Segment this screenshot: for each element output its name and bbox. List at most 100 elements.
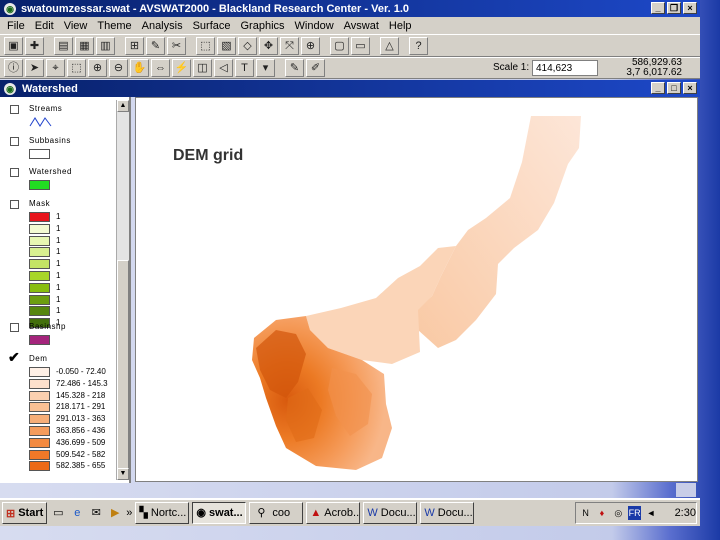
app-title-bar[interactable]: ◉ swatoumzessar.swat - AVSWAT2000 - Blac… — [0, 0, 700, 17]
measure-ruler-icon[interactable]: ⇔ — [151, 59, 170, 77]
zoom-full-icon[interactable]: ✥ — [259, 36, 278, 55]
menu-avswat[interactable]: Avswat — [340, 20, 385, 32]
menu-window[interactable]: Window — [291, 20, 340, 32]
table-of-contents: Streams Subbasins Watershed Mask 1 1 1 1 1 1 1… — [0, 97, 131, 483]
view-close-button[interactable]: × — [683, 82, 697, 94]
pointer-icon[interactable]: ➤ — [25, 59, 44, 77]
task-document-2[interactable]: W Docu... — [420, 502, 475, 524]
identify-icon[interactable]: ⓘ — [4, 59, 23, 77]
menu-edit[interactable]: Edit — [31, 20, 60, 32]
word-document-icon: W — [424, 507, 435, 519]
select-features-icon[interactable]: ⬚ — [196, 36, 215, 55]
menu-surface[interactable]: Surface — [189, 20, 237, 32]
volume-icon[interactable]: ◄ — [644, 506, 657, 520]
legend-scrollbar[interactable]: ▲ ▼ — [116, 100, 129, 480]
resize-grip[interactable] — [676, 483, 696, 497]
dem-checkmark-icon[interactable]: ✔ — [8, 349, 20, 366]
theme-name-subbasins[interactable]: Subbasins — [29, 136, 71, 145]
dem-class-label: 72.486 - 145.3 — [56, 378, 108, 388]
text-tool-icon[interactable]: T — [235, 59, 254, 77]
view-maximize-button[interactable]: □ — [667, 82, 681, 94]
basinshp-checkbox[interactable] — [10, 323, 19, 332]
media-player-icon[interactable]: ▶ — [107, 505, 123, 521]
area-of-interest-icon[interactable]: ◫ — [193, 59, 212, 77]
task-swat[interactable]: ◉ swat... — [192, 502, 247, 524]
view-title-bar[interactable]: ◉ Watershed _ □ × — [0, 80, 700, 97]
query-builder-icon[interactable]: ⊞ — [125, 36, 144, 55]
snap-icon[interactable]: ✎ — [285, 59, 304, 77]
quicklaunch-chevron-icon[interactable]: » — [126, 507, 132, 519]
menu-view[interactable]: View — [60, 20, 94, 32]
internet-explorer-icon[interactable]: e — [69, 505, 85, 521]
menu-theme[interactable]: Theme — [93, 20, 137, 32]
theme-name-basinshp[interactable]: Basinshp — [29, 322, 66, 331]
sync-icon[interactable]: ◎ — [612, 506, 625, 520]
task-document-1[interactable]: W Docu... — [363, 502, 418, 524]
mask-class-label: 1 — [56, 235, 61, 245]
app-close-button[interactable]: × — [683, 2, 697, 14]
menu-help[interactable]: Help — [385, 20, 418, 32]
app-maximize-button[interactable]: ❐ — [667, 2, 681, 14]
find-icon[interactable]: ✂ — [167, 36, 186, 55]
task-label: Nortc... — [150, 507, 187, 519]
outlook-icon[interactable]: ✉ — [88, 505, 104, 521]
menu-graphics[interactable]: Graphics — [237, 20, 291, 32]
mask-checkbox[interactable] — [10, 200, 19, 209]
subbasins-checkbox[interactable] — [10, 137, 19, 146]
zoom-to-themes-icon[interactable]: ⤧ — [280, 36, 299, 55]
theme-name-watershed[interactable]: Watershed — [29, 167, 72, 176]
zoom-in-icon[interactable]: ⊕ — [88, 59, 107, 77]
graphics-icon[interactable]: ✐ — [306, 59, 325, 77]
pan-hand-icon[interactable]: ✋ — [130, 59, 149, 77]
task-acrobat[interactable]: ▲ Acrob... — [306, 502, 361, 524]
dem-class-swatch — [29, 437, 50, 448]
scroll-down-icon[interactable]: ▼ — [117, 468, 129, 480]
theme-properties-icon[interactable]: ▤ — [54, 36, 73, 55]
network-icon[interactable]: N — [579, 506, 592, 520]
draw-dropdown-icon[interactable]: ▾ — [256, 59, 275, 77]
vertex-edit-icon[interactable]: ⌖ — [46, 59, 65, 77]
menu-analysis[interactable]: Analysis — [138, 20, 189, 32]
menu-file[interactable]: File — [3, 20, 31, 32]
mask-class-swatch — [29, 223, 50, 234]
scroll-up-icon[interactable]: ▲ — [117, 100, 129, 112]
watershed-checkbox[interactable] — [10, 168, 19, 177]
layout-icon[interactable]: ▢ — [330, 36, 349, 55]
map-display[interactable]: DEM grid — [135, 97, 698, 482]
app-globe-icon: ◉ — [4, 2, 16, 15]
promote-icon[interactable]: ◇ — [238, 36, 257, 55]
task-coo[interactable]: ⚲ coo — [249, 502, 304, 524]
measure-icon[interactable]: △ — [380, 36, 399, 55]
show-desktop-icon[interactable]: ▭ — [50, 505, 66, 521]
view-minimize-button[interactable]: _ — [651, 82, 665, 94]
select-area-icon[interactable]: ⬚ — [67, 59, 86, 77]
hotlink-icon[interactable]: ⚡ — [172, 59, 191, 77]
zoom-previous-icon[interactable]: ⊕ — [301, 36, 320, 55]
streams-checkbox[interactable] — [10, 105, 19, 114]
theme-name-dem[interactable]: Dem — [29, 354, 47, 363]
zoom-out-icon[interactable]: ⊖ — [109, 59, 128, 77]
scale-input[interactable] — [532, 60, 598, 76]
antivirus-icon[interactable]: ♦ — [595, 506, 608, 520]
theme-name-streams[interactable]: Streams — [29, 104, 62, 113]
open-table-icon[interactable]: ▥ — [96, 36, 115, 55]
norton-icon: ▚ — [139, 507, 148, 519]
scroll-thumb[interactable] — [117, 260, 129, 470]
theme-name-mask[interactable]: Mask — [29, 199, 50, 208]
basinshp-swatch — [29, 335, 50, 345]
clear-selection-icon[interactable]: ▧ — [217, 36, 236, 55]
language-indicator[interactable]: FR — [627, 506, 642, 520]
save-icon[interactable]: ▣ — [4, 36, 23, 55]
dem-class-swatch — [29, 426, 50, 436]
chart-icon[interactable]: ▭ — [351, 36, 370, 55]
context-help-icon[interactable]: ? — [409, 36, 428, 55]
acrobat-icon: ▲ — [310, 507, 322, 519]
add-theme-icon[interactable]: ✚ — [25, 36, 44, 55]
app-minimize-button[interactable]: _ — [651, 2, 665, 14]
locate-icon[interactable]: ✎ — [146, 36, 165, 55]
watershed-swatch — [29, 180, 50, 190]
start-button[interactable]: ⊞ Start — [2, 502, 48, 524]
task-norton[interactable]: ▚ Nortc... — [135, 502, 190, 524]
edit-legend-icon[interactable]: ▦ — [75, 36, 94, 55]
label-icon[interactable]: ◁ — [214, 59, 233, 77]
